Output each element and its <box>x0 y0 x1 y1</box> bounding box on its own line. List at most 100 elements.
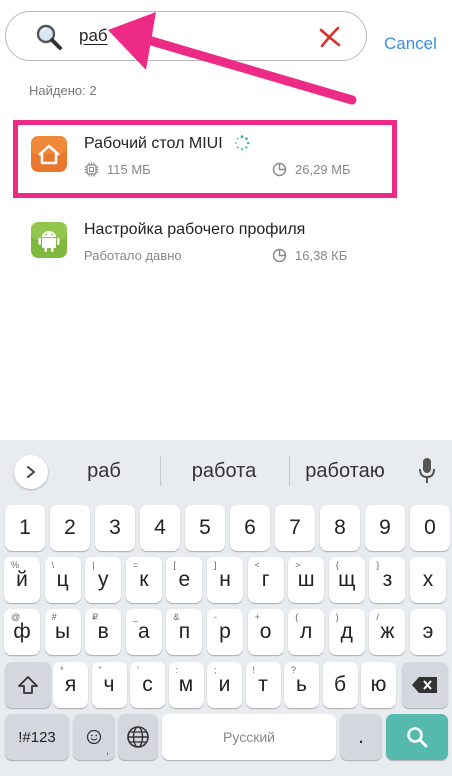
key-ш[interactable]: ш > <box>288 557 325 603</box>
key-л-label: л <box>300 620 313 643</box>
key-hint: & <box>173 612 180 622</box>
key-4[interactable]: 4 <box>140 505 180 551</box>
key-и[interactable]: и; <box>207 662 242 708</box>
key-ж[interactable]: ж / <box>369 609 406 655</box>
search-query-text: раб <box>79 26 108 45</box>
key-п-label: п <box>178 620 191 643</box>
key-hint: } <box>376 560 380 570</box>
app-name: Рабочий стол MIUI <box>84 135 223 152</box>
cancel-button[interactable]: Cancel <box>384 34 437 54</box>
expand-suggestions-button[interactable] <box>14 455 48 489</box>
key-ч[interactable]: ч " <box>91 662 127 708</box>
suggestion-item[interactable]: раб <box>70 460 138 483</box>
key-т[interactable]: т! <box>245 662 281 708</box>
key-ь-label: ь <box>296 673 307 696</box>
key-х-label: х <box>422 568 434 591</box>
key-hint: ( <box>295 612 299 622</box>
key-hint: / <box>376 612 379 622</box>
key-hint: \ <box>51 560 55 570</box>
key-ф[interactable]: ф @ <box>4 609 40 655</box>
key-м[interactable]: м: <box>168 662 204 708</box>
key-ь[interactable]: ь? <box>284 662 319 708</box>
key-а[interactable]: а _ <box>125 609 162 655</box>
key-5-label: 5 <box>199 516 211 539</box>
language-key[interactable] <box>118 714 158 760</box>
key-2-label: 2 <box>64 516 76 539</box>
key-д-label: д <box>340 620 353 643</box>
key-х[interactable]: х <box>410 557 446 603</box>
key-7-label: 7 <box>289 516 301 539</box>
key-2[interactable]: 2 <box>50 505 90 551</box>
key-в[interactable]: в ₽ <box>85 609 122 655</box>
key-5[interactable]: 5 <box>185 505 225 551</box>
key-с[interactable]: с ' <box>130 662 165 708</box>
key-0[interactable]: 0 <box>410 505 450 551</box>
key-hint: ] <box>214 560 217 570</box>
backspace-icon <box>412 677 437 693</box>
suggestion-item[interactable]: работа <box>176 460 272 483</box>
key-ы[interactable]: ы # <box>44 609 81 655</box>
key-г[interactable]: г < <box>247 557 284 603</box>
microphone-icon[interactable] <box>417 457 437 485</box>
key-щ[interactable]: щ{ <box>328 557 365 603</box>
app-result-item[interactable]: Рабочий стол MIUI 115 МБ 26,29 МБ <box>0 120 452 200</box>
key-у[interactable]: у | <box>85 557 122 603</box>
suggestion-bar: раб работа работаю <box>0 440 452 498</box>
backspace-key[interactable] <box>402 662 448 708</box>
key-hint: = <box>132 560 139 570</box>
shift-key[interactable] <box>5 662 51 708</box>
suggestion-item[interactable]: работаю <box>293 460 397 483</box>
key-н[interactable]: н] <box>207 557 243 603</box>
key-hint: [ <box>173 560 176 570</box>
key-6-label: 6 <box>244 516 256 539</box>
period-key[interactable]: . <box>340 714 382 760</box>
key-1[interactable]: 1 <box>5 505 45 551</box>
key-з-label: з <box>382 568 393 591</box>
keyboard: раб работа работаю 1 2 3 4 5 6 7 8 9 0 й% ц \ у | к = е[н… <box>0 440 452 776</box>
key-1-label: 1 <box>19 516 31 539</box>
key-ю[interactable]: ю <box>361 662 396 708</box>
key-э[interactable]: э <box>410 609 446 655</box>
search-icon <box>407 727 428 748</box>
suggestion-divider <box>160 456 161 486</box>
key-hint: + <box>254 612 260 622</box>
key-е[interactable]: е[ <box>166 557 203 603</box>
app-memory-value: 115 МБ <box>107 162 151 177</box>
key-9[interactable]: 9 <box>365 505 405 551</box>
clear-icon[interactable] <box>318 25 342 49</box>
key-р-label: р <box>219 620 231 643</box>
search-input[interactable]: раб <box>5 11 367 61</box>
key-б[interactable]: б <box>322 662 358 708</box>
space-key[interactable]: Русский <box>162 714 336 760</box>
key-к[interactable]: к = <box>125 557 162 603</box>
key-ш-label: ш <box>297 568 315 591</box>
key-з[interactable]: з} <box>369 557 406 603</box>
period-key-label: . <box>358 725 364 748</box>
app-result-item[interactable]: Настройка рабочего профиля Работало давн… <box>0 206 452 286</box>
key-й[interactable]: й% <box>4 557 40 603</box>
key-7[interactable]: 7 <box>275 505 315 551</box>
symbols-key[interactable]: !#123 <box>5 714 69 760</box>
emoji-icon <box>86 729 102 745</box>
key-3-label: 3 <box>109 516 121 539</box>
search-icon <box>36 24 62 50</box>
app-name: Настройка рабочего профиля <box>84 221 306 238</box>
key-8[interactable]: 8 <box>320 505 360 551</box>
key-ц[interactable]: ц \ <box>44 557 81 603</box>
emoji-key[interactable]: , <box>73 714 115 760</box>
key-д[interactable]: д) <box>328 609 365 655</box>
key-hint: % <box>11 560 20 570</box>
key-о[interactable]: о + <box>247 609 284 655</box>
key-я[interactable]: я * <box>53 662 88 708</box>
key-л[interactable]: л( <box>288 609 325 655</box>
key-6[interactable]: 6 <box>230 505 270 551</box>
cpu-chip-icon <box>84 162 99 177</box>
key-3[interactable]: 3 <box>95 505 135 551</box>
key-hint: ₽ <box>92 612 98 622</box>
key-п[interactable]: п & <box>166 609 203 655</box>
key-к-label: к <box>139 568 149 591</box>
search-key[interactable] <box>386 714 448 760</box>
key-и-label: и <box>218 673 231 696</box>
key-р[interactable]: р- <box>207 609 243 655</box>
key-е-label: е <box>178 568 191 591</box>
